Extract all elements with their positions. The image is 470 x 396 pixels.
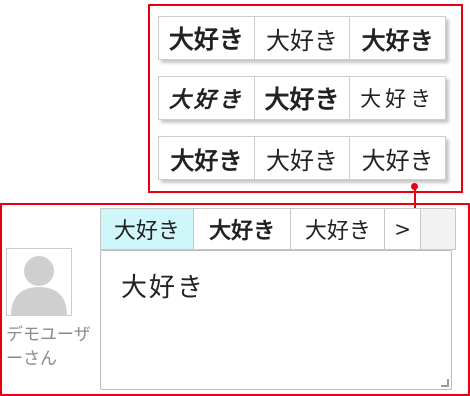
user-silhouette-icon <box>11 256 67 315</box>
font-tab-active[interactable]: 大好き <box>100 208 193 250</box>
font-option-group: 大好き 大好き 大好き <box>158 76 446 120</box>
next-fonts-button[interactable]: > <box>384 208 421 250</box>
chevron-right-icon: > <box>394 217 412 241</box>
font-option[interactable]: 大好き <box>350 137 445 179</box>
font-tab[interactable]: 大好き <box>290 208 385 250</box>
font-option[interactable]: 大好き <box>159 137 255 179</box>
font-tab-empty <box>420 208 456 250</box>
font-option-group: 大好き 大好き 大好き <box>158 16 446 60</box>
font-tab[interactable]: 大好き <box>192 208 291 250</box>
message-textarea[interactable]: 大好き <box>100 250 452 390</box>
avatar <box>6 248 72 316</box>
font-option[interactable]: 大好き <box>255 77 351 119</box>
font-option[interactable]: 大好き <box>159 77 255 119</box>
font-option[interactable]: 大好き <box>159 17 255 59</box>
font-option[interactable]: 大好き <box>255 137 351 179</box>
font-option[interactable]: 大好き <box>350 17 445 59</box>
resize-handle[interactable] <box>441 379 449 387</box>
message-text: 大好き <box>121 273 206 303</box>
font-tab-bar: 大好き 大好き 大好き > <box>100 208 456 250</box>
font-option-group: 大好き 大好き 大好き <box>158 136 446 180</box>
font-option[interactable]: 大好き <box>350 77 445 119</box>
user-name: デモユーザーさん <box>6 325 91 369</box>
font-option[interactable]: 大好き <box>255 17 351 59</box>
callout-dot <box>411 183 418 190</box>
